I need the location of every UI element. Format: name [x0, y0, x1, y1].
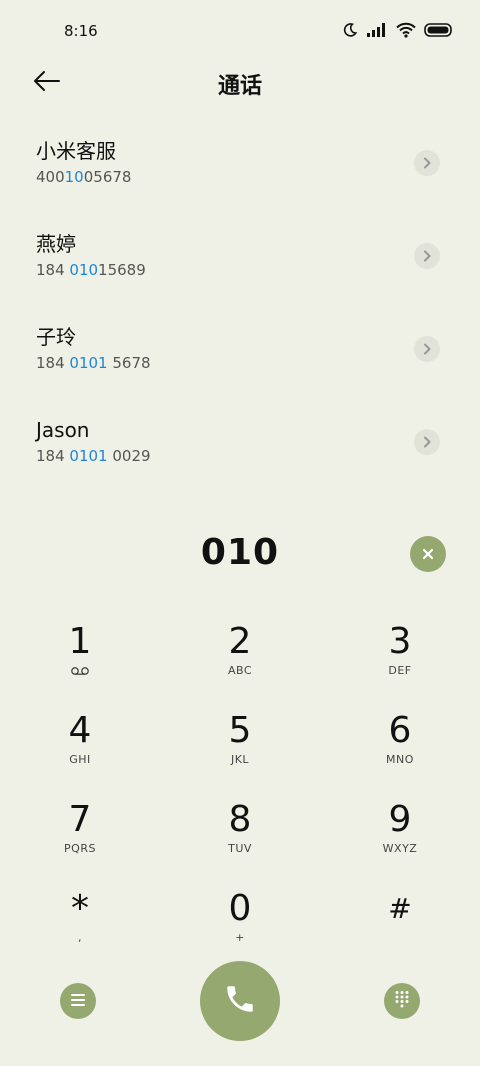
voicemail-icon — [70, 664, 90, 678]
contact-number: 4001005678 — [36, 168, 132, 186]
number-match-highlight: 010 — [69, 261, 99, 279]
dialpad-icon — [394, 990, 410, 1012]
status-icons — [342, 22, 454, 42]
clear-button[interactable] — [410, 536, 446, 572]
key-digit: 3 — [388, 621, 412, 662]
key-digit: 8 — [228, 799, 252, 840]
phone-icon — [223, 982, 257, 1020]
key-letters: TUV — [228, 842, 252, 855]
key-letters: PQRS — [64, 842, 96, 855]
dial-keypad: 1 2 ABC 3 DEF 4 GHI 5 JKL 6 MNO 7 PQRS 8… — [0, 620, 480, 976]
contact-details-button[interactable] — [414, 243, 440, 269]
key-digit: 6 — [388, 710, 412, 751]
key-digit: 2 — [228, 621, 252, 662]
moon-icon — [342, 22, 358, 42]
key-letters: + — [235, 931, 245, 944]
number-match-highlight: 0101 — [69, 447, 108, 465]
menu-icon — [70, 992, 86, 1011]
key-letters: WXYZ — [382, 842, 418, 855]
chevron-right-icon — [422, 154, 432, 173]
key-4[interactable]: 4 GHI — [0, 709, 160, 798]
page-title: 通话 — [217, 74, 262, 99]
close-icon — [422, 545, 434, 564]
key-letters: ABC — [227, 664, 253, 677]
contact-number: 184 0101 5678 — [36, 354, 151, 372]
contact-result-item[interactable]: 子玲 184 0101 5678 — [0, 324, 480, 417]
wifi-icon — [396, 22, 416, 42]
chevron-right-icon — [422, 433, 432, 452]
contact-number: 184 0101 0029 — [36, 447, 151, 465]
key-digit: 1 — [68, 621, 92, 662]
call-button[interactable] — [200, 961, 280, 1041]
bottom-action-bar — [0, 960, 480, 1042]
key-5[interactable]: 5 JKL — [160, 709, 320, 798]
contact-number: 184 01015689 — [36, 261, 146, 279]
key-digit: # — [388, 892, 412, 925]
key-letters: MNO — [386, 753, 414, 766]
key-letters: , — [78, 931, 82, 944]
key-7[interactable]: 7 PQRS — [0, 798, 160, 887]
contact-result-item[interactable]: 小米客服 4001005678 — [0, 138, 480, 231]
contact-details-button[interactable] — [414, 150, 440, 176]
number-match-highlight: 10 — [64, 168, 84, 186]
key-digit: 7 — [68, 799, 92, 840]
contact-details-button[interactable] — [414, 336, 440, 362]
key-digit: 4 — [68, 710, 92, 751]
contact-results-list: 小米客服 4001005678 燕婷 184 01015689 子玲 184 0… — [0, 138, 480, 510]
dialed-number-display[interactable]: 010 — [0, 532, 480, 573]
header: 通话 — [0, 60, 480, 106]
battery-icon — [424, 22, 454, 42]
key-9[interactable]: 9 WXYZ — [320, 798, 480, 887]
status-time: 8:16 — [64, 22, 98, 40]
contact-result-item[interactable]: Jason 184 0101 0029 — [0, 417, 480, 510]
contact-result-item[interactable]: 燕婷 184 01015689 — [0, 231, 480, 324]
key-1[interactable]: 1 — [0, 620, 160, 709]
signal-icon — [366, 22, 388, 42]
key-6[interactable]: 6 MNO — [320, 709, 480, 798]
menu-button[interactable] — [60, 983, 96, 1019]
contact-details-button[interactable] — [414, 429, 440, 455]
key-8[interactable]: 8 TUV — [160, 798, 320, 887]
status-bar: 8:16 — [0, 0, 480, 60]
key-3[interactable]: 3 DEF — [320, 620, 480, 709]
key-letters: DEF — [388, 664, 412, 677]
key-letters: JKL — [230, 753, 250, 766]
dial-input-row: 010 — [0, 526, 480, 582]
chevron-right-icon — [422, 340, 432, 359]
key-digit: 9 — [388, 799, 412, 840]
key-digit: 0 — [228, 888, 252, 929]
dialpad-toggle-button[interactable] — [384, 983, 420, 1019]
number-match-highlight: 0101 — [69, 354, 108, 372]
key-digit: * — [71, 888, 89, 929]
key-2[interactable]: 2 ABC — [160, 620, 320, 709]
chevron-right-icon — [422, 247, 432, 266]
key-letters: GHI — [69, 753, 91, 766]
key-digit: 5 — [228, 710, 252, 751]
